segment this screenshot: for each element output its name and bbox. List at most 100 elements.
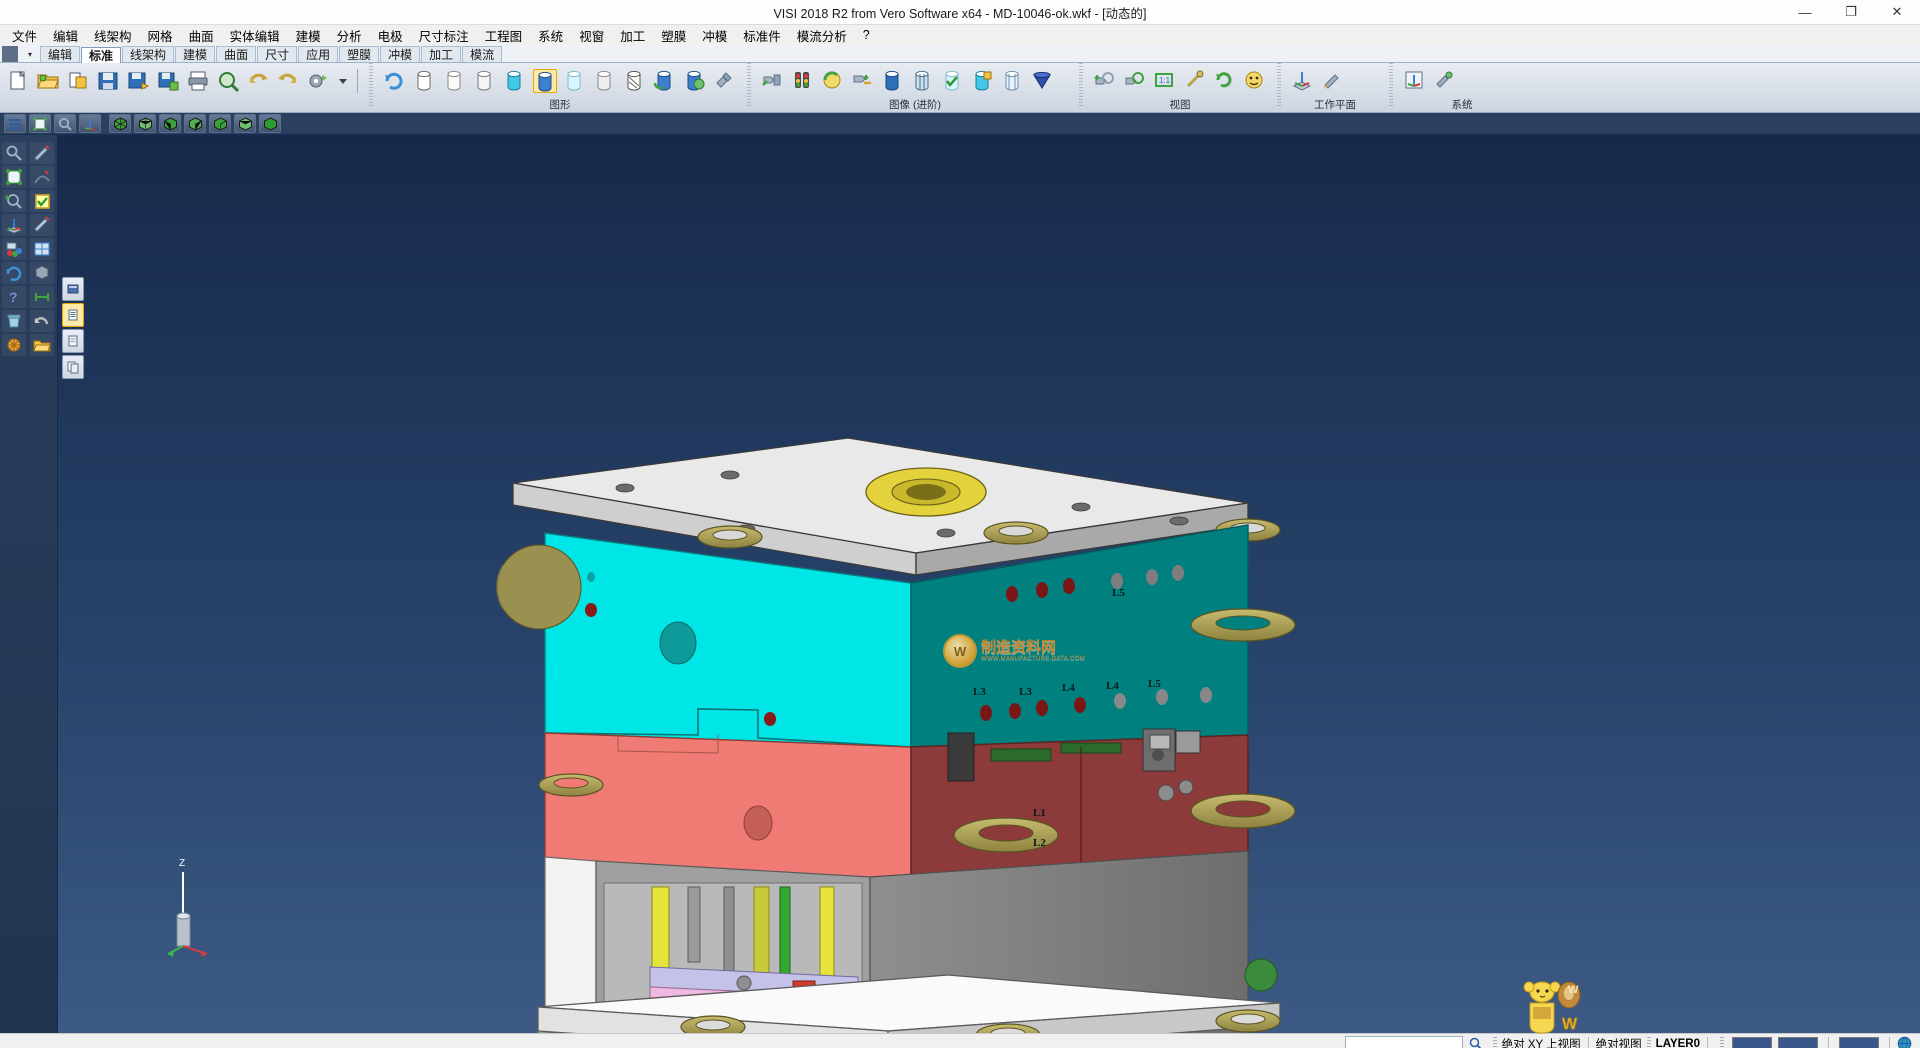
view-iso5-icon[interactable]: [209, 114, 231, 133]
color-swatch-2[interactable]: [1778, 1037, 1818, 1048]
palette-brush-icon[interactable]: [2, 238, 26, 260]
open-copy-icon[interactable]: [66, 69, 90, 93]
view-iso7-icon[interactable]: [259, 114, 281, 133]
zoom-area-icon[interactable]: [2, 142, 26, 164]
view-iso4-icon[interactable]: [184, 114, 206, 133]
menu-item-1[interactable]: 编辑: [45, 25, 86, 46]
view-iso2-icon[interactable]: [134, 114, 156, 133]
menu-item-7[interactable]: 分析: [329, 25, 370, 46]
menu-item-5[interactable]: 实体编辑: [222, 25, 288, 46]
cube-shade-icon[interactable]: [30, 262, 54, 284]
menu-item-10[interactable]: 工程图: [477, 25, 531, 46]
cylinder-check-icon[interactable]: [941, 69, 965, 93]
zoom-window-icon[interactable]: [54, 114, 76, 133]
view-rotate-icon[interactable]: [821, 69, 845, 93]
cylinder-note-icon[interactable]: [971, 69, 995, 93]
ribbon-tab-0[interactable]: 编辑: [40, 46, 80, 62]
menu-item-2[interactable]: 线架构: [86, 25, 140, 46]
solid-gray-icon[interactable]: [593, 69, 617, 93]
layers-icon[interactable]: [4, 114, 26, 133]
zoom-dynamic-icon[interactable]: [1183, 69, 1207, 93]
ribbon-expand-arrow-icon[interactable]: ▾: [20, 46, 40, 62]
save-icon[interactable]: [96, 69, 120, 93]
ribbon-tab-2[interactable]: 线架构: [122, 46, 174, 62]
print-preview-icon[interactable]: [216, 69, 240, 93]
undo-icon[interactable]: [246, 69, 270, 93]
menu-item-3[interactable]: 网格: [140, 25, 181, 46]
solid-outline-icon[interactable]: [473, 69, 497, 93]
axis-move-icon[interactable]: [2, 214, 26, 236]
measure-pen-icon[interactable]: [30, 142, 54, 164]
zoom-window-icon[interactable]: [1093, 69, 1117, 93]
workplane-edit-icon[interactable]: [1321, 69, 1345, 93]
cone-icon[interactable]: [1031, 69, 1055, 93]
cylinder-wire-icon[interactable]: [1001, 69, 1025, 93]
solid-transparent-icon[interactable]: [563, 69, 587, 93]
solid-edit-icon[interactable]: [683, 69, 707, 93]
view-toggle-icon[interactable]: [851, 69, 875, 93]
toolbar-overflow-icon[interactable]: [336, 69, 350, 93]
print-icon[interactable]: [186, 69, 210, 93]
solid-shade-cyan-icon[interactable]: [503, 69, 527, 93]
ribbon-tab-6[interactable]: 应用: [298, 46, 338, 62]
settings-icon[interactable]: [306, 69, 330, 93]
menu-item-14[interactable]: 塑膜: [653, 25, 694, 46]
cylinder-striped-icon[interactable]: [911, 69, 935, 93]
command-input[interactable]: [1345, 1036, 1463, 1048]
view-iso6-icon[interactable]: [234, 114, 256, 133]
ribbon-tab-7[interactable]: 塑膜: [339, 46, 379, 62]
shade-toggle-icon[interactable]: [1243, 69, 1267, 93]
check-box-icon[interactable]: [30, 190, 54, 212]
menu-item-17[interactable]: 模流分析: [789, 25, 855, 46]
view-type-label[interactable]: 绝对视图: [1596, 1036, 1642, 1048]
cad-workspace[interactable]: ?: [0, 135, 1920, 1033]
grid-window-icon[interactable]: [30, 238, 54, 260]
globe-icon[interactable]: [1897, 1036, 1912, 1048]
view-iso1-icon[interactable]: [109, 114, 131, 133]
solid-hatch-icon[interactable]: [623, 69, 647, 93]
redo-icon[interactable]: [276, 69, 300, 93]
system-axis-icon[interactable]: [1403, 69, 1427, 93]
cad-model-viewport[interactable]: L5L3L3L4L4L5L1L2 W 制造资料网 WWW.MANUFACTURE…: [58, 135, 1920, 1033]
menu-item-13[interactable]: 加工: [612, 25, 653, 46]
solid-wire-icon[interactable]: [413, 69, 437, 93]
arc-pen-icon[interactable]: [30, 166, 54, 188]
undo-arrow-icon[interactable]: [30, 310, 54, 332]
menu-item-16[interactable]: 标准件: [735, 25, 789, 46]
new-file-icon[interactable]: [6, 69, 30, 93]
ribbon-tab-1[interactable]: 标准: [81, 47, 121, 63]
ribbon-tab-5[interactable]: 尺寸: [257, 46, 297, 62]
curve-pen-icon[interactable]: [30, 214, 54, 236]
fit-selection-icon[interactable]: [2, 166, 26, 188]
menu-item-12[interactable]: 视窗: [571, 25, 612, 46]
ribbon-tab-9[interactable]: 加工: [421, 46, 461, 62]
refresh-icon[interactable]: [383, 69, 407, 93]
zoom-scale-icon[interactable]: 1:1: [1153, 69, 1177, 93]
save-all-icon[interactable]: [156, 69, 180, 93]
close-button[interactable]: ✕: [1874, 0, 1920, 25]
menu-item-0[interactable]: 文件: [4, 25, 45, 46]
save-as-icon[interactable]: [126, 69, 150, 93]
menu-item-15[interactable]: 冲模: [694, 25, 735, 46]
menu-item-8[interactable]: 电极: [370, 25, 411, 46]
render-scene-icon[interactable]: [2, 334, 26, 356]
view-iso3-icon[interactable]: [159, 114, 181, 133]
menu-item-4[interactable]: 曲面: [181, 25, 222, 46]
zoom-all-icon[interactable]: [1123, 69, 1147, 93]
traffic-light-icon[interactable]: [791, 69, 815, 93]
ribbon-tab-10[interactable]: 模流: [462, 46, 502, 62]
zoom-in-icon[interactable]: [2, 190, 26, 212]
ribbon-tab-8[interactable]: 冲模: [380, 46, 420, 62]
color-swatch-3[interactable]: [1839, 1037, 1879, 1048]
search-icon[interactable]: [1469, 1037, 1482, 1048]
open-folder2-icon[interactable]: [30, 334, 54, 356]
solid-tools-icon[interactable]: [713, 69, 737, 93]
workplane-xyz-icon[interactable]: [1291, 69, 1315, 93]
menu-item-11[interactable]: 系统: [530, 25, 571, 46]
solid-render-refresh-icon[interactable]: [653, 69, 677, 93]
maximize-button[interactable]: ❐: [1828, 0, 1874, 25]
open-folder-icon[interactable]: [36, 69, 60, 93]
menu-item-9[interactable]: 尺寸标注: [411, 25, 477, 46]
layer-label[interactable]: LAYER0: [1656, 1038, 1700, 1048]
cylinder-blue-icon[interactable]: [881, 69, 905, 93]
